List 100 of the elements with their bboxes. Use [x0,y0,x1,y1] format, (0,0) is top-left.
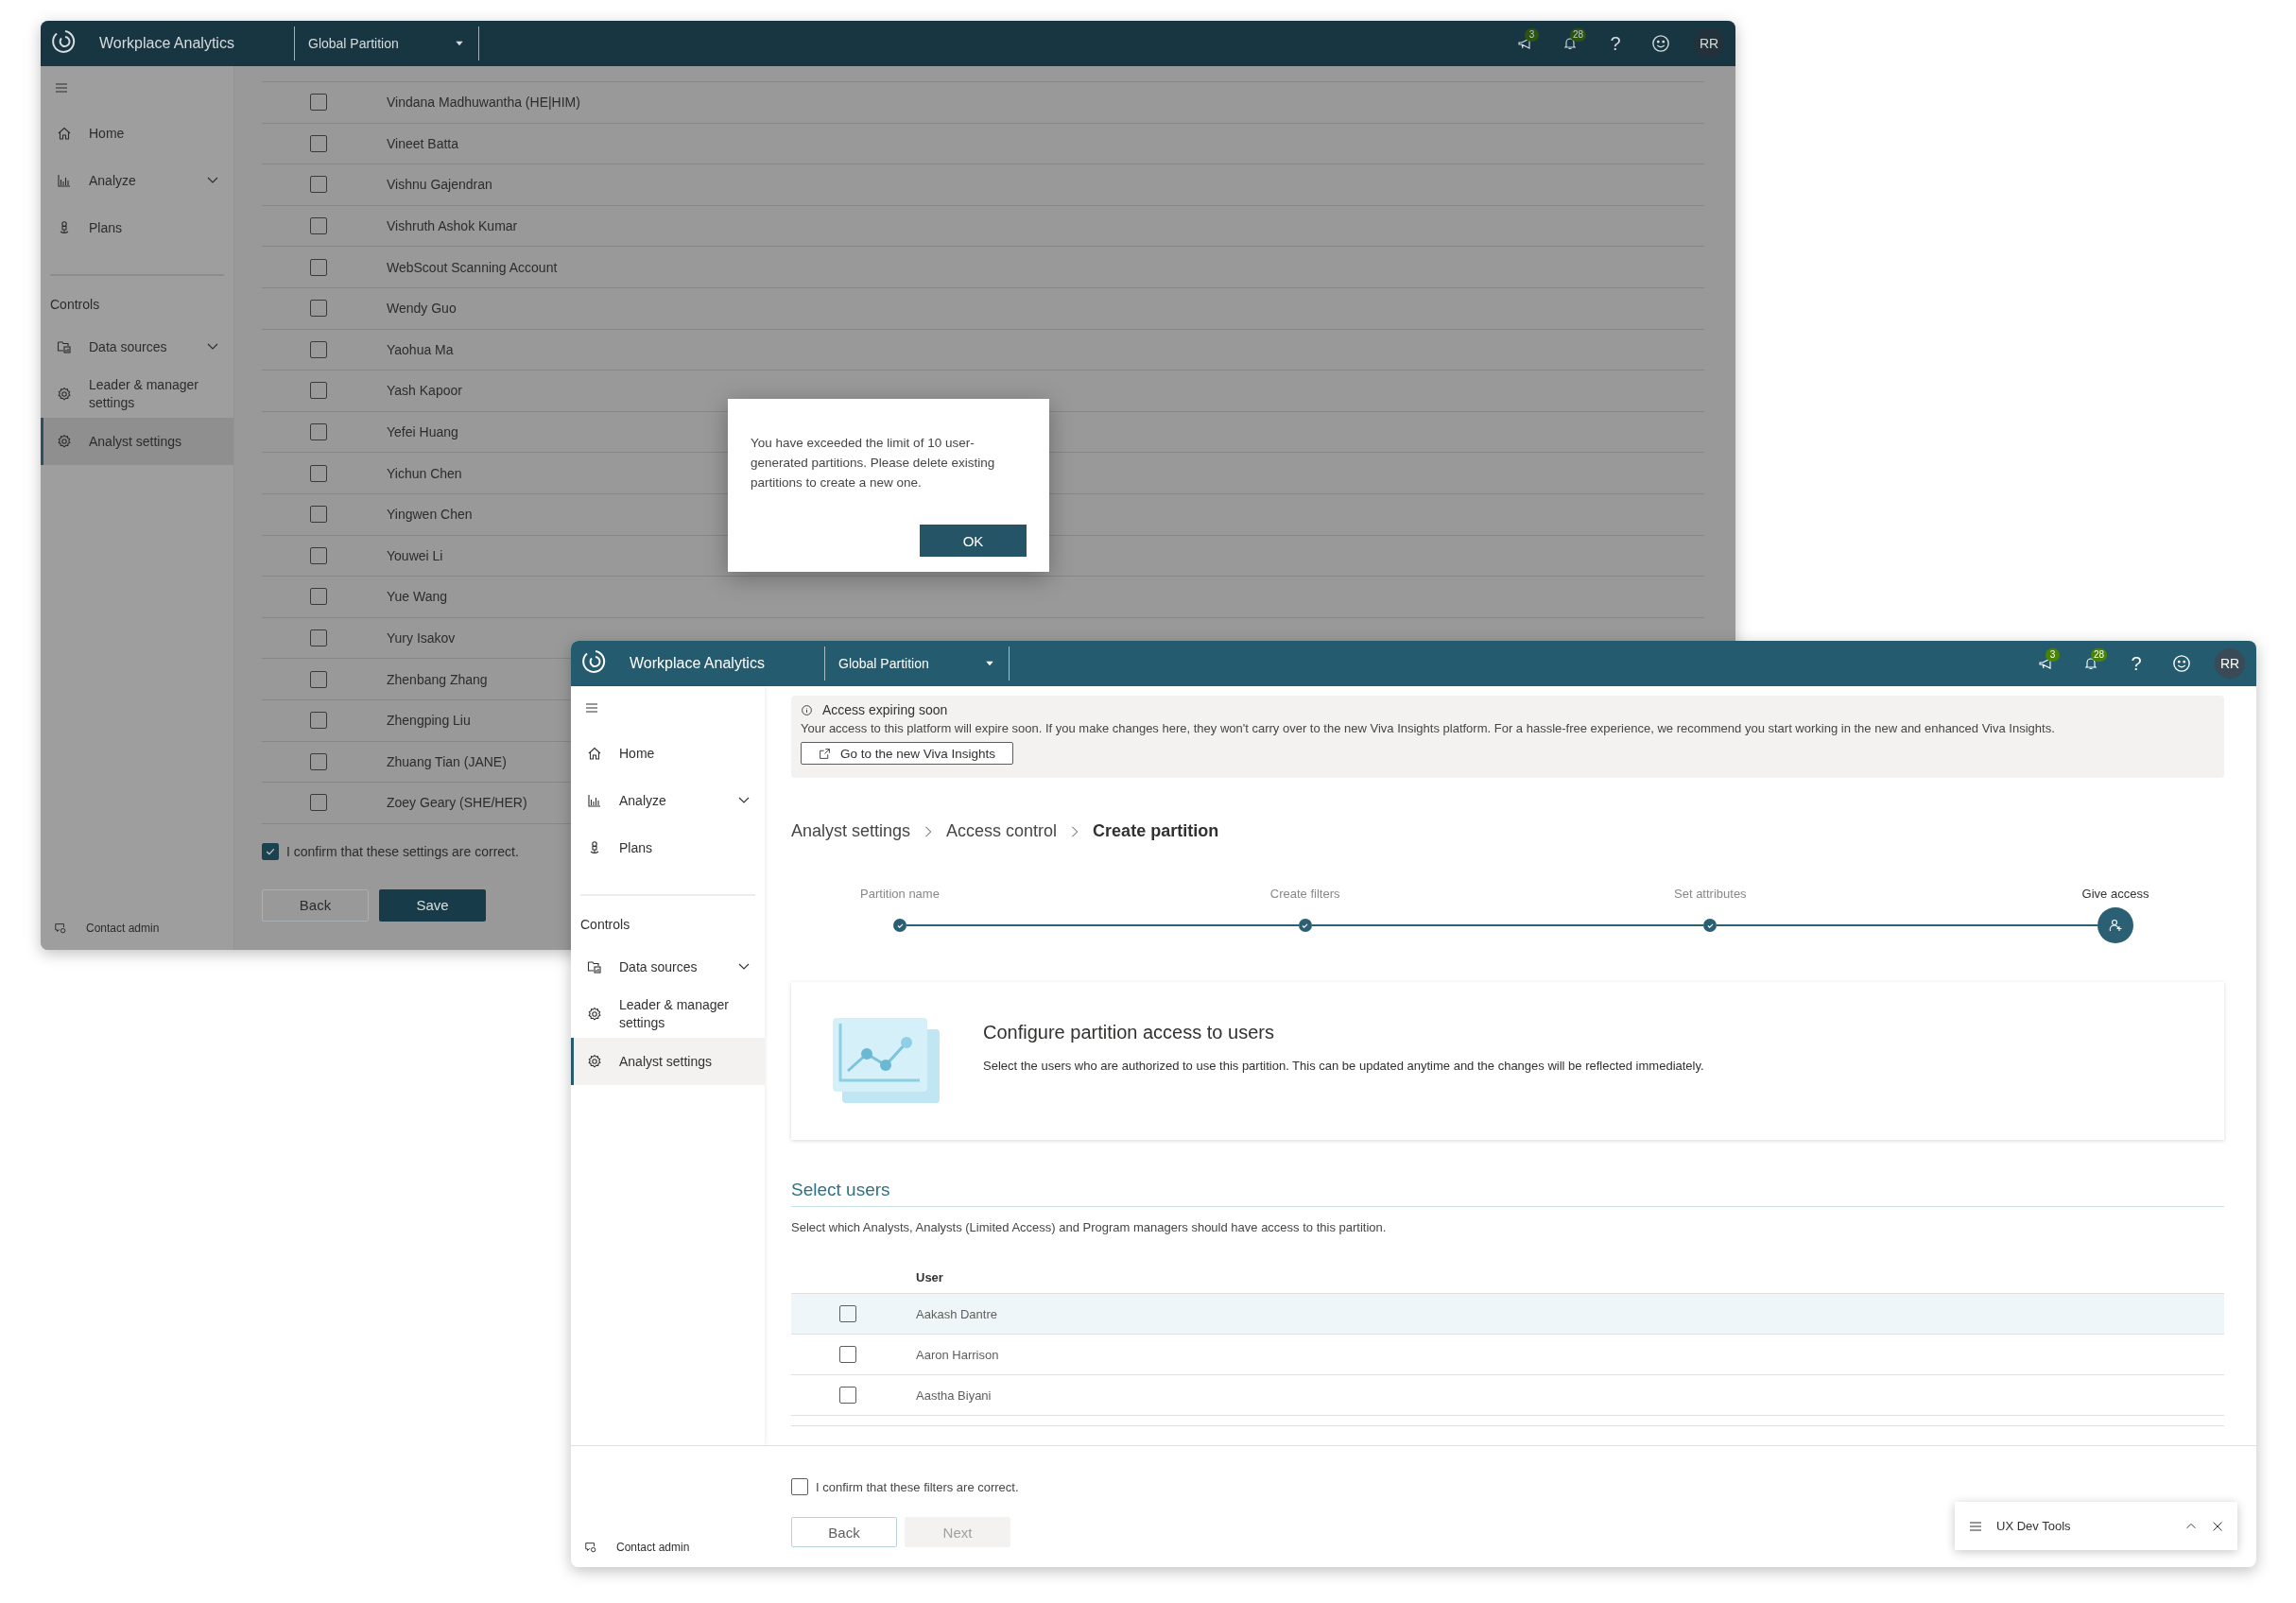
secondary-button[interactable]: Back [791,1517,897,1547]
checkbox[interactable] [791,1478,808,1495]
user-row[interactable]: Aakash Dantre [791,1294,2224,1335]
announcements-button[interactable]: 3 [1512,31,1537,56]
announcements-button[interactable]: 3 [2033,651,2058,676]
user-name: Youwei Li [387,547,443,563]
sidebar-item[interactable]: Plans [571,824,765,871]
checkbox[interactable] [839,1346,856,1363]
step-label: Create filters [1269,887,1341,901]
checkbox[interactable] [310,134,327,152]
data-folder-icon [57,339,72,354]
checkbox[interactable] [262,842,279,860]
menu-icon [584,700,599,715]
user-avatar[interactable]: RR [1694,28,1724,59]
sidebar-item[interactable]: Leader & manager settings [41,371,233,418]
sidebar-section-label: Controls [49,297,101,312]
sidebar-item[interactable]: Home [571,730,765,777]
checkbox[interactable] [310,423,327,441]
sidebar-item[interactable]: Data sources [571,943,765,991]
app-title: Workplace Analytics [99,35,234,52]
ok-button[interactable]: OK [920,525,1027,557]
user-row[interactable]: Aaron Harrison [791,1335,2224,1375]
primary-button[interactable]: Save [379,888,486,922]
section-description: Select which Analysts, Analysts (Limited Access) and Program managers should have access to this partition. [791,1220,1388,1234]
checkbox[interactable] [310,340,327,358]
step-label: Partition name [859,887,941,901]
gear-icon [587,1007,602,1022]
contact-admin-link[interactable]: Contact admin [571,1541,765,1567]
home-icon [57,126,72,141]
secondary-button[interactable]: Back [262,888,369,922]
bar-chart-icon [57,173,72,188]
user-name: Wendy Guo [387,301,457,317]
notice-message: Your access to this platform will expire soon. If you make changes here, they won't carry over to the new Viva Insights platform. For a hassle-free experience, we recommend you start working in the new and enhanced Viva Insights. [801,721,2056,735]
user-name: Vishnu Gajendran [387,177,492,193]
gear-icon [587,1054,602,1069]
people-add-icon [2108,918,2123,933]
sidebar-item[interactable]: Analyze [41,157,233,204]
checkbox[interactable] [310,506,327,524]
data-folder-icon [587,959,602,974]
notification-count-badge: 28 [1570,28,1587,42]
partition-dropdown[interactable]: Global Partition [294,26,479,60]
announcement-count-badge: 3 [2046,648,2060,662]
partition-dropdown[interactable]: Global Partition [824,646,1010,681]
sidebar-item[interactable]: Analyst settings [571,1038,765,1085]
user-name: Yaohua Ma [387,341,454,357]
bar-chart-icon [587,793,602,808]
menu-icon [54,80,69,95]
contact-admin-link[interactable]: Contact admin [41,922,233,950]
sidebar-item[interactable]: Home [41,110,233,157]
help-button[interactable]: ? [2124,651,2149,676]
checkbox[interactable] [310,300,327,318]
checkbox[interactable] [310,712,327,730]
info-icon [801,703,813,716]
user-name: Aastha Biyani [916,1388,992,1403]
column-header: User [916,1269,944,1284]
user-name: Yury Isakov [387,630,456,646]
breadcrumb-item[interactable]: Analyst settings [791,821,911,841]
sidebar-item[interactable]: Analyst settings [41,418,233,465]
smiley-icon [1651,34,1670,53]
checkbox[interactable] [310,464,327,482]
checkbox[interactable] [310,670,327,688]
user-name: Zhuang Tian (JANE) [387,753,507,769]
sidebar-item[interactable]: Leader & manager settings [571,991,765,1038]
sidebar-section-label: Controls [579,917,631,932]
panel-title: UX Dev Tools [1996,1519,2072,1533]
checkbox[interactable] [839,1305,856,1322]
user-name: Vishruth Ashok Kumar [387,218,518,234]
checkbox[interactable] [310,258,327,276]
checkbox[interactable] [310,546,327,564]
user-name: Zhenbang Zhang [387,671,488,687]
checkbox[interactable] [310,752,327,770]
user-name: Vineet Batta [387,135,459,151]
checkbox[interactable] [310,94,327,112]
dialog-message: You have exceeded the limit of 10 user-generated partitions. Please delete existing partitions to create a new one. [751,435,996,491]
announcement-count-badge: 3 [1525,28,1539,42]
user-name: Yichun Chen [387,465,462,481]
sidebar-item[interactable]: Plans [41,204,233,251]
step-label: Give access [2080,887,2150,901]
card-description: Select the users who are authorized to use this partition. This can be updated anytime and the changes will be reflected immediately. [983,1059,1704,1073]
bell-icon [2083,656,2098,671]
bell-icon [1562,36,1578,51]
step-label: Set attributes [1673,887,1748,901]
user-row[interactable]: Aastha Biyani [791,1375,2224,1416]
checkbox[interactable] [310,217,327,235]
user-name: Yefei Huang [387,424,458,440]
checkbox[interactable] [310,382,327,400]
breadcrumb-item[interactable]: Access control [946,821,1058,841]
checkbox[interactable] [310,629,327,646]
checkbox[interactable] [310,588,327,606]
sidebar-item[interactable]: Analyze [571,777,765,824]
checkbox[interactable] [310,176,327,194]
checkbox[interactable] [839,1387,856,1404]
chat-icon [54,922,67,935]
confirm-label: I confirm that these filters are correct. [816,1479,1019,1494]
user-avatar[interactable]: RR [2215,648,2245,679]
help-button[interactable]: ? [1603,31,1628,56]
viva-insights-button[interactable]: Go to the new Viva Insights [801,742,1014,765]
checkbox[interactable] [310,794,327,812]
user-name: Zhengping Liu [387,713,471,729]
sidebar-item[interactable]: Data sources [41,323,233,371]
